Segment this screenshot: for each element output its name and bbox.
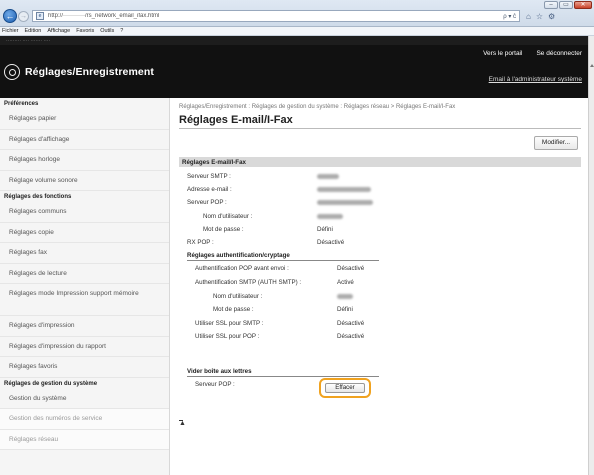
auth-user-name-label: Nom d'utilisateur : xyxy=(213,293,263,300)
page-header: ········· ···· ······· ···· Réglages/Enr… xyxy=(0,36,588,98)
window-controls: – ▭ ✕ xyxy=(544,1,592,9)
sidebar-item-copy[interactable]: Réglages copie xyxy=(0,223,169,243)
back-arrow-icon[interactable]: ← xyxy=(3,9,17,23)
modify-button[interactable]: Modifier... xyxy=(534,136,578,150)
menu-tools[interactable]: Outils xyxy=(100,28,114,34)
sidebar: Préférences Réglages papier Réglages d'a… xyxy=(0,98,170,475)
browser-toolbar-icons: ⌂ ☆ ⚙ xyxy=(522,10,592,22)
address-url[interactable]: http://···········/rs_network_email_ifax… xyxy=(48,13,503,19)
section-header: Réglages E-mail/I-Fax xyxy=(179,157,581,167)
sidebar-section-preferences: Préférences xyxy=(4,101,39,107)
breadcrumb: Réglages/Enregistrement : Réglages de ge… xyxy=(179,104,456,110)
clear-pop-server-label: Serveur POP : xyxy=(195,381,235,388)
pop-server-label: Serveur POP : xyxy=(187,199,227,206)
auth-user-name-value-redacted xyxy=(337,294,353,299)
portal-link[interactable]: Vers le portail xyxy=(483,50,522,57)
ssl-smtp-value: Désactivé xyxy=(337,320,365,327)
header-brand: Réglages/Enregistrement xyxy=(4,64,154,80)
auth-section-divider xyxy=(187,260,379,261)
sidebar-section-system: Réglages de gestion du système xyxy=(4,380,98,387)
password-label: Mot de passe : xyxy=(203,226,244,233)
title-divider xyxy=(179,128,581,129)
erase-button-highlight: Effacer xyxy=(319,378,371,398)
sidebar-section-functions: Réglages des fonctions xyxy=(4,194,72,200)
auth-password-label: Mot de passe : xyxy=(213,306,254,313)
smtp-server-label: Serveur SMTP : xyxy=(187,173,231,180)
menu-edit[interactable]: Edition xyxy=(25,28,42,34)
ssl-pop-label: Utiliser SSL pour POP : xyxy=(195,333,260,340)
user-name-value-redacted xyxy=(317,214,343,219)
sidebar-item-printer[interactable]: Réglages d'impression xyxy=(0,316,169,337)
menu-bar: Fichier Edition Affichage Favoris Outils… xyxy=(0,27,594,36)
sidebar-item-volume[interactable]: Réglage volume sonore xyxy=(0,171,169,191)
page-icon: e xyxy=(36,12,44,20)
menu-favorites[interactable]: Favoris xyxy=(76,28,94,34)
page-title: Réglages E-mail/I-Fax xyxy=(179,114,293,126)
settings-gear-icon xyxy=(4,64,20,80)
sidebar-item-display[interactable]: Réglages d'affichage xyxy=(0,130,169,150)
email-address-value-redacted xyxy=(317,187,371,192)
sidebar-item-system-management[interactable]: Gestion du système xyxy=(0,389,169,409)
erase-button[interactable]: Effacer xyxy=(325,383,365,393)
sidebar-item-fax[interactable]: Réglages fax xyxy=(0,243,169,264)
minimize-button[interactable]: – xyxy=(544,1,558,9)
sidebar-item-favorites[interactable]: Réglages favoris xyxy=(0,357,169,378)
device-info-line: ········· ···· ······· ···· xyxy=(0,36,588,45)
address-tools[interactable]: ρ ▾ ĉ xyxy=(503,13,516,20)
rx-pop-label: RX POP : xyxy=(187,239,214,246)
pop-before-send-value: Désactivé xyxy=(337,265,365,272)
pop-before-send-label: Authentification POP avant envoi : xyxy=(195,265,289,272)
pop-server-value-redacted xyxy=(317,200,373,205)
smtp-server-value-redacted xyxy=(317,174,339,179)
sidebar-item-paper[interactable]: Réglages papier xyxy=(0,109,169,130)
ssl-pop-value: Désactivé xyxy=(337,333,365,340)
maximize-button[interactable]: ▭ xyxy=(559,1,573,9)
sidebar-item-common[interactable]: Réglages communs xyxy=(0,202,169,223)
auth-section-title: Réglages authentification/cryptage xyxy=(187,252,290,259)
home-icon[interactable]: ⌂ xyxy=(526,12,531,21)
sidebar-item-memory-media[interactable]: Réglages mode Impression support mémoire xyxy=(0,284,169,316)
page-top-icon[interactable]: ▲ xyxy=(179,420,186,427)
admin-email-link[interactable]: Email à l'administrateur système xyxy=(489,76,582,83)
page-header-title: Réglages/Enregistrement xyxy=(25,66,154,78)
clear-mailbox-title: Vider boîte aux lettres xyxy=(187,368,252,375)
password-value: Défini xyxy=(317,226,333,233)
main-content: Réglages/Enregistrement : Réglages de ge… xyxy=(179,98,585,475)
sidebar-item-clock[interactable]: Réglages horloge xyxy=(0,150,169,171)
menu-file[interactable]: Fichier xyxy=(2,28,19,34)
smtp-auth-label: Authentification SMTP (AUTH SMTP) : xyxy=(195,279,302,286)
close-button[interactable]: ✕ xyxy=(574,1,592,9)
ssl-smtp-label: Utiliser SSL pour SMTP : xyxy=(195,320,264,327)
auth-password-value: Défini xyxy=(337,306,353,313)
sidebar-item-network[interactable]: Réglages réseau xyxy=(0,429,169,450)
page-scrollbar[interactable] xyxy=(588,36,594,475)
sidebar-item-report[interactable]: Réglages d'impression du rapport xyxy=(0,337,169,357)
clear-mailbox-divider xyxy=(187,376,379,377)
sidebar-item-department-id[interactable]: Gestion des numéros de service xyxy=(0,409,169,430)
address-bar[interactable]: e http://···········/rs_network_email_if… xyxy=(32,10,520,22)
smtp-auth-value: Activé xyxy=(337,279,354,286)
settings-gear-icon[interactable]: ⚙ xyxy=(548,12,555,21)
forward-arrow-icon[interactable]: → xyxy=(18,11,29,22)
rx-pop-value: Désactivé xyxy=(317,239,345,246)
favorites-star-icon[interactable]: ☆ xyxy=(536,12,543,21)
email-address-label: Adresse e-mail : xyxy=(187,186,232,193)
sidebar-item-scan[interactable]: Réglages de lecture xyxy=(0,264,169,284)
header-links: Vers le portail Se déconnecter xyxy=(483,50,582,57)
logout-link[interactable]: Se déconnecter xyxy=(536,50,582,57)
menu-view[interactable]: Affichage xyxy=(47,28,70,34)
browser-chrome: – ▭ ✕ ← → e http://···········/rs_networ… xyxy=(0,0,594,27)
user-name-label: Nom d'utilisateur : xyxy=(203,213,253,220)
menu-help[interactable]: ? xyxy=(120,28,123,34)
